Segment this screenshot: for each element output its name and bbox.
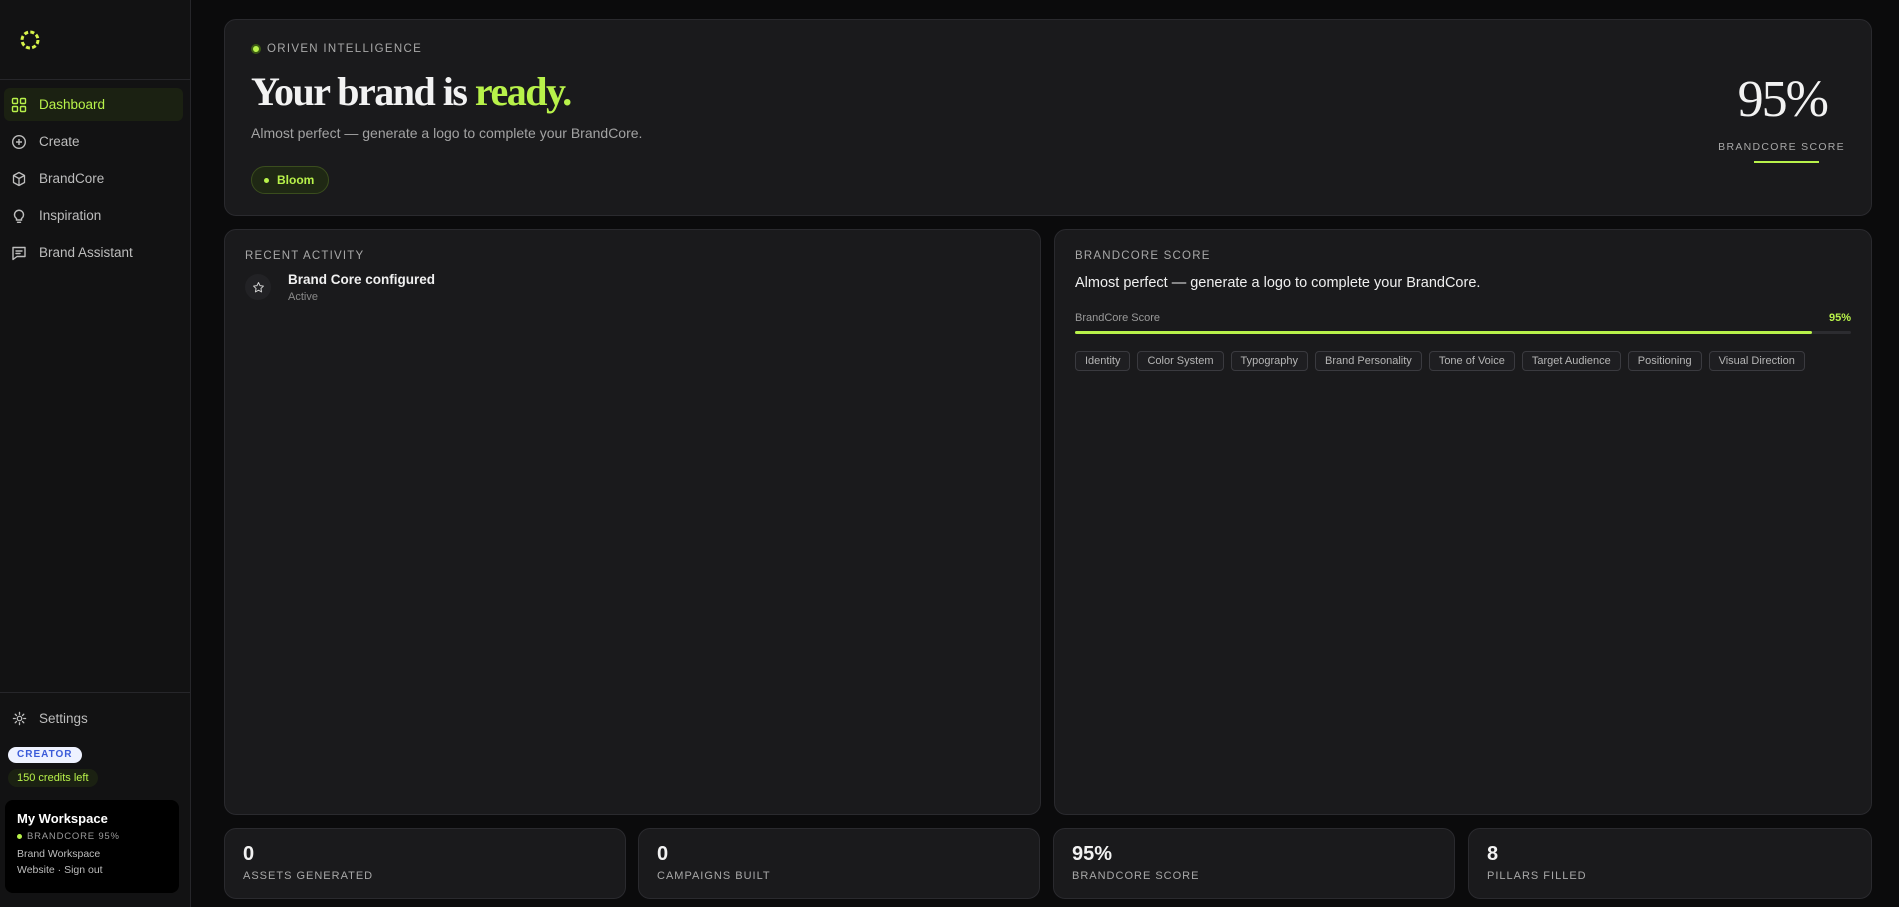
pillar-tag[interactable]: Tone of Voice [1428, 351, 1515, 371]
hero-eyebrow: ORIVEN INTELLIGENCE [251, 43, 422, 55]
pillar-tag[interactable]: Color System [1137, 351, 1224, 371]
cube-icon [10, 170, 28, 188]
brandcore-score-card: BRANDCORE SCORE Almost perfect — generat… [1054, 229, 1872, 815]
settings-label: Settings [39, 710, 88, 726]
pillar-tag[interactable]: Typography [1230, 351, 1308, 371]
eyebrow-text: ORIVEN INTELLIGENCE [267, 43, 423, 55]
sidebar-item-label: Dashboard [39, 97, 106, 112]
sidebar-nav: Dashboard Create BrandCore Inspiration B… [4, 88, 183, 273]
plus-circle-icon [10, 133, 28, 151]
progress-value: 95% [1828, 312, 1851, 324]
workspace-links[interactable]: Website · Sign out [17, 864, 167, 876]
stat-card-assets: 0 ASSETS GENERATED [224, 828, 626, 899]
activity-text: Brand Core configured Active [288, 272, 435, 303]
gear-icon [10, 709, 28, 727]
stat-card-brandcore-score: 95% BRANDCORE SCORE [1053, 828, 1455, 899]
chat-icon [10, 244, 28, 262]
stat-label: BRANDCORE SCORE [1072, 870, 1200, 882]
sidebar-divider [0, 79, 190, 80]
pillar-tag[interactable]: Target Audience [1521, 351, 1621, 371]
sidebar-item-create[interactable]: Create [4, 125, 183, 158]
sidebar-item-settings[interactable]: Settings [4, 702, 183, 734]
stat-card-pillars: 8 PILLARS FILLED [1468, 828, 1872, 899]
brandcore-description: Almost perfect — generate a logo to comp… [1075, 275, 1481, 291]
live-dot-icon [251, 44, 261, 54]
credits-badge: 150 credits left [8, 769, 98, 787]
pillar-tag[interactable]: Brand Personality [1314, 351, 1422, 371]
workspace-score-text: BRANDCORE 95% [27, 831, 120, 842]
activity-title: Brand Core configured [288, 272, 436, 287]
oriven-logo-icon[interactable] [18, 28, 42, 52]
activity-status: Active [288, 291, 318, 303]
sidebar-item-dashboard[interactable]: Dashboard [4, 88, 183, 121]
activity-item[interactable]: Brand Core configured Active [245, 272, 435, 303]
section-title: RECENT ACTIVITY [245, 250, 365, 262]
hero-score-value: 95% [1737, 71, 1829, 128]
sidebar-item-inspiration[interactable]: Inspiration [4, 199, 183, 232]
stage-badge: Bloom [251, 166, 330, 194]
stat-value: 95% [1072, 843, 1113, 865]
sidebar-item-label: Inspiration [39, 208, 102, 223]
pillar-tag[interactable]: Identity [1075, 351, 1131, 371]
pillar-tag[interactable]: Visual Direction [1708, 351, 1805, 371]
sidebar-item-label: Brand Assistant [39, 245, 133, 260]
grid-icon [10, 96, 28, 114]
plan-badge: CREATOR [8, 747, 82, 763]
workspace-type: Brand Workspace [17, 848, 101, 860]
status-dot-icon [17, 834, 22, 839]
hero-subtitle: Almost perfect — generate a logo to comp… [251, 125, 643, 141]
stat-label: ASSETS GENERATED [243, 870, 374, 882]
sidebar-item-label: BrandCore [39, 171, 105, 186]
workspace-name: My Workspace [17, 811, 108, 826]
stat-label: CAMPAIGNS BUILT [657, 870, 771, 882]
hero-card: ORIVEN INTELLIGENCE Your brand is ready.… [224, 19, 1872, 216]
sidebar-item-label: Create [39, 134, 80, 149]
page-title: Your brand is ready. [251, 68, 572, 115]
recent-activity-card: RECENT ACTIVITY Brand Core configured Ac… [224, 229, 1041, 815]
title-accent: ready. [474, 69, 572, 114]
stat-value: 0 [657, 843, 669, 865]
star-icon [245, 274, 271, 300]
pillar-tags: Identity Color System Typography Brand P… [1075, 351, 1812, 371]
sidebar-item-brandcore[interactable]: BrandCore [4, 162, 183, 195]
progress-fill [1075, 331, 1813, 334]
sidebar: Dashboard Create BrandCore Inspiration B… [0, 0, 191, 907]
lightbulb-icon [10, 207, 28, 225]
workspace-score: BRANDCORE 95% [17, 831, 167, 842]
stat-value: 0 [243, 843, 255, 865]
stage-label: Bloom [277, 173, 315, 187]
section-title: BRANDCORE SCORE [1075, 250, 1211, 262]
progress-track [1075, 331, 1851, 334]
status-dot-icon [264, 177, 269, 183]
sidebar-divider [0, 692, 190, 693]
pillar-tag[interactable]: Positioning [1627, 351, 1702, 371]
workspace-card[interactable]: My Workspace BRANDCORE 95% Brand Workspa… [5, 800, 179, 893]
hero-score-underline [1754, 161, 1819, 163]
stat-value: 8 [1487, 843, 1499, 865]
stat-label: PILLARS FILLED [1487, 870, 1587, 882]
stat-card-campaigns: 0 CAMPAIGNS BUILT [638, 828, 1040, 899]
progress-label: BrandCore Score [1075, 312, 1160, 324]
title-prefix: Your brand is [251, 69, 475, 114]
hero-score-label: BRANDCORE SCORE [1718, 141, 1845, 153]
sidebar-item-brand-assistant[interactable]: Brand Assistant [4, 236, 183, 269]
